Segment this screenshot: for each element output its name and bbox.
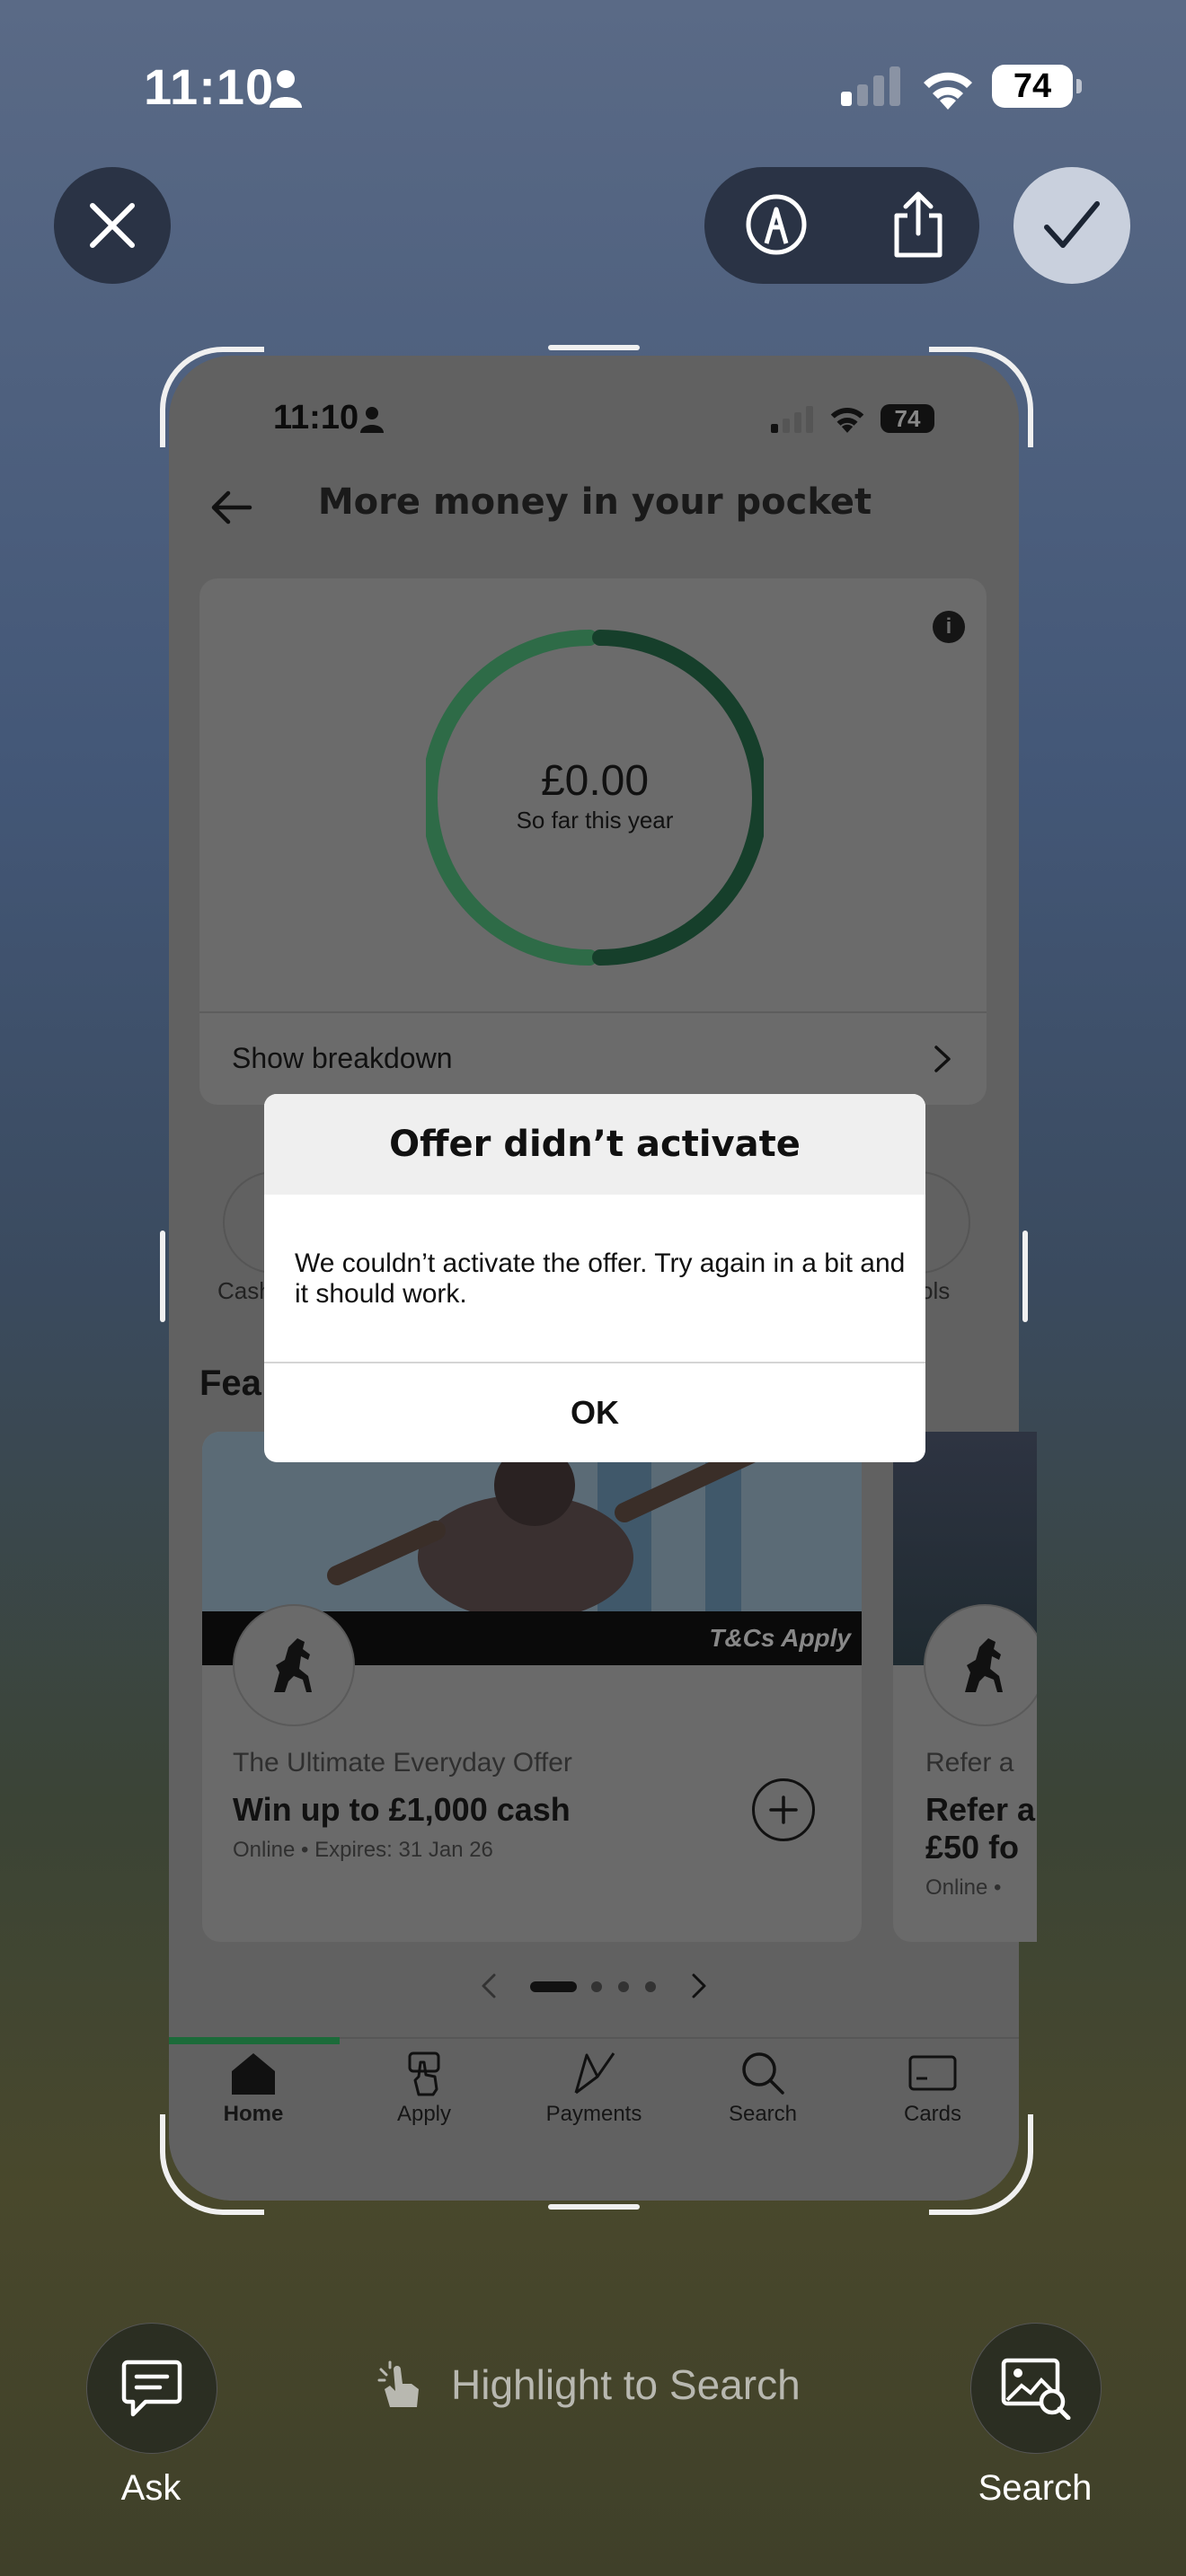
offer-title: Win up to £1,000 cash bbox=[233, 1791, 571, 1828]
pager-dot[interactable] bbox=[591, 1981, 602, 1992]
battery-indicator: 74 bbox=[881, 404, 934, 433]
pager-previous-icon[interactable] bbox=[478, 1972, 500, 1999]
crop-corner-top-right[interactable] bbox=[929, 347, 1033, 447]
image-search-button[interactable] bbox=[970, 2323, 1102, 2454]
highlight-to-search-hint: Highlight to Search bbox=[451, 2361, 801, 2408]
image-search-icon bbox=[1001, 2358, 1071, 2420]
tab-payments[interactable]: Payments bbox=[518, 2050, 670, 2127]
close-button[interactable] bbox=[54, 167, 171, 284]
tab-active-indicator bbox=[169, 2037, 340, 2044]
crop-handle-right[interactable] bbox=[1022, 1231, 1028, 1322]
divider bbox=[199, 1011, 987, 1013]
crop-handle-left[interactable] bbox=[160, 1231, 165, 1322]
share-button[interactable] bbox=[873, 180, 963, 269]
offer-meta: Online • bbox=[925, 1875, 1002, 1900]
ask-label: Ask bbox=[120, 2468, 181, 2508]
terms-badge: T&Cs Apply bbox=[709, 1624, 851, 1652]
wifi-icon bbox=[924, 72, 972, 110]
back-arrow-icon[interactable] bbox=[208, 485, 253, 530]
featured-section-title: Fea bbox=[199, 1363, 261, 1403]
tab-apply[interactable]: Apply bbox=[348, 2050, 500, 2127]
tab-cards[interactable]: Cards bbox=[856, 2050, 1009, 2127]
inner-status-time: 11:10 bbox=[273, 399, 359, 437]
savings-amount: £0.00 bbox=[540, 757, 650, 805]
alert-dialog: Offer didn’t activate We couldn’t activa… bbox=[264, 1094, 925, 1462]
offer-card[interactable]: T&Cs Apply The Ultimate Everyday Offer W… bbox=[202, 1432, 862, 1942]
offer-kicker: Refer a bbox=[925, 1748, 1014, 1778]
crop-handle-bottom[interactable] bbox=[548, 2204, 640, 2210]
page-title: More money in your pocket bbox=[317, 481, 872, 523]
crop-handle-top[interactable] bbox=[548, 345, 640, 350]
markup-button[interactable] bbox=[731, 180, 821, 269]
show-breakdown-link[interactable]: Show breakdown bbox=[232, 1042, 452, 1075]
black-horse-logo-icon bbox=[233, 1604, 355, 1726]
card-icon bbox=[908, 2055, 957, 2091]
tap-hand-icon bbox=[408, 2051, 440, 2096]
close-icon bbox=[90, 203, 135, 248]
person-icon bbox=[360, 407, 384, 433]
pointing-hand-icon bbox=[377, 2360, 419, 2407]
crop-corner-top-left[interactable] bbox=[160, 347, 264, 447]
pager-dot-active[interactable] bbox=[530, 1981, 577, 1992]
dialog-title: Offer didn’t activate bbox=[264, 1094, 925, 1195]
dialog-message: We couldn’t activate the offer. Try agai… bbox=[295, 1248, 906, 1309]
checkmark-icon bbox=[1044, 201, 1100, 248]
dialog-ok-button[interactable]: OK bbox=[264, 1363, 925, 1462]
chat-bubble-icon bbox=[121, 2360, 182, 2417]
crop-corner-bottom-left[interactable] bbox=[160, 2114, 264, 2215]
ask-button[interactable] bbox=[86, 2323, 217, 2454]
offer-title: Refer a £50 fo bbox=[925, 1791, 1036, 1866]
cellular-signal-icon bbox=[841, 66, 900, 106]
savings-amount-label: So far this year bbox=[516, 807, 674, 834]
markup-pen-icon bbox=[746, 194, 807, 255]
os-status-time: 11:10 bbox=[144, 58, 275, 115]
black-horse-logo-icon bbox=[924, 1604, 1037, 1726]
offer-meta: Online • Expires: 31 Jan 26 bbox=[233, 1838, 493, 1862]
battery-indicator: 74 bbox=[992, 65, 1082, 108]
offer-card[interactable]: Refer a Refer a £50 fo Online • bbox=[893, 1432, 1037, 1942]
pager-dot[interactable] bbox=[645, 1981, 656, 1992]
offer-kicker: The Ultimate Everyday Offer bbox=[233, 1748, 572, 1778]
plus-icon bbox=[769, 1795, 798, 1824]
info-icon[interactable]: i bbox=[933, 611, 965, 643]
payments-icon bbox=[574, 2052, 615, 2095]
pager-next-icon[interactable] bbox=[688, 1972, 710, 1999]
pager-dot[interactable] bbox=[618, 1981, 629, 1992]
tab-search[interactable]: Search bbox=[686, 2050, 839, 2127]
add-offer-button[interactable] bbox=[752, 1778, 815, 1841]
wifi-icon bbox=[830, 407, 864, 433]
crop-corner-bottom-right[interactable] bbox=[929, 2114, 1033, 2215]
cellular-signal-icon bbox=[771, 406, 813, 433]
done-button[interactable] bbox=[1013, 167, 1130, 284]
search-label: Search bbox=[978, 2468, 1093, 2508]
tab-home[interactable]: Home bbox=[177, 2050, 330, 2127]
person-icon bbox=[270, 70, 302, 108]
search-icon bbox=[742, 2052, 784, 2095]
home-icon bbox=[232, 2053, 275, 2095]
share-icon bbox=[894, 191, 943, 258]
chevron-right-icon bbox=[934, 1045, 951, 1072]
